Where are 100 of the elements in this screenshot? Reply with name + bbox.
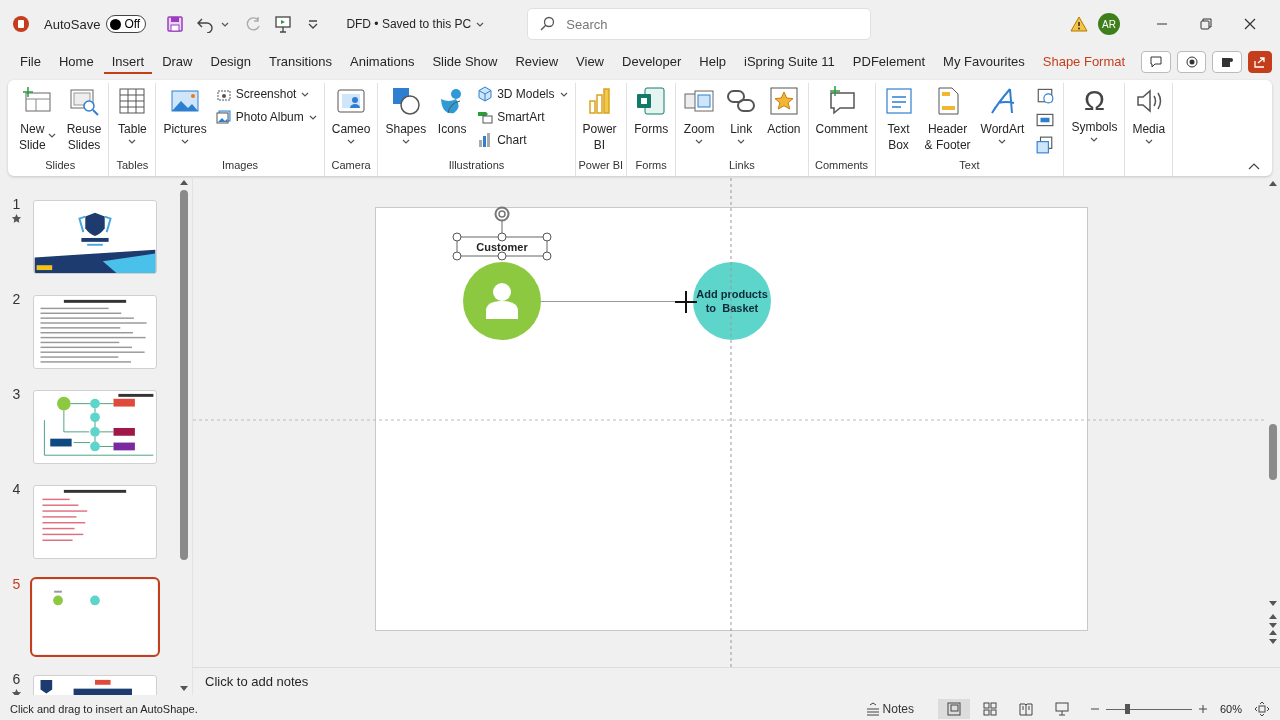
slide-number: 5 [12, 576, 21, 592]
ribbon-button[interactable]: Action [763, 83, 805, 158]
meeting-button[interactable] [1212, 51, 1243, 73]
person-icon [484, 281, 520, 321]
slide-thumbnail[interactable] [33, 200, 157, 274]
close-icon[interactable] [1242, 16, 1258, 32]
comments-button[interactable] [1141, 51, 1171, 73]
ribbon-button[interactable]: SmartArt [474, 107, 572, 127]
slideshow-icon [1053, 701, 1070, 717]
search-field[interactable]: Search [527, 8, 872, 40]
record-button[interactable] [1176, 51, 1207, 73]
selection-frame[interactable] [452, 206, 552, 261]
calendar-clock-icon[interactable] [1036, 86, 1055, 104]
ribbon-button[interactable]: Table [112, 83, 153, 158]
photo-album-icon [215, 109, 232, 125]
menu-tab[interactable]: View [568, 50, 612, 74]
ribbon-button[interactable]: Screenshot [212, 84, 321, 104]
autosave-label: AutoSave [44, 16, 101, 32]
ribbon-button[interactable]: Ω Symbols [1067, 83, 1122, 158]
zoom-slider[interactable] [1105, 703, 1192, 715]
group-label: Camera [331, 159, 371, 171]
slide-thumbnail[interactable] [33, 295, 157, 369]
menu-tab[interactable]: Review [507, 50, 567, 74]
view-button[interactable] [937, 699, 970, 719]
document-title[interactable]: DFD • Saved to this PC [346, 17, 486, 31]
ribbon-button[interactable]: Shapes [381, 83, 431, 158]
ribbon-button[interactable]: Comment [811, 83, 872, 158]
menu-tab[interactable]: Slide Show [424, 50, 506, 74]
warning-icon[interactable] [1070, 16, 1088, 32]
menu-tab[interactable]: Help [691, 50, 735, 74]
ribbon-button[interactable]: WordArt [976, 83, 1029, 158]
ribbon-button[interactable]: Power BI [578, 83, 621, 158]
group-label: Slides [45, 159, 76, 171]
ribbon-button[interactable]: Chart [474, 130, 572, 150]
slide-number: 2 [12, 291, 21, 307]
crosshair-cursor [675, 291, 697, 313]
ribbon-button[interactable]: Zoom [679, 83, 720, 158]
group-label: Images [222, 159, 259, 171]
present-icon[interactable] [274, 15, 293, 33]
group-label: Power BI [578, 159, 624, 171]
menu-tab[interactable]: My Favourites [935, 50, 1033, 74]
group-label: Forms [635, 159, 667, 171]
notes-placeholder[interactable]: Click to add notes [205, 674, 309, 689]
slide-number: 6 [12, 671, 21, 687]
fit-to-window-icon[interactable] [1254, 701, 1270, 717]
notes-icon [864, 702, 881, 716]
reading-view-icon [1017, 701, 1034, 717]
zoom-level[interactable]: 60% [1219, 703, 1242, 715]
restore-icon[interactable] [1198, 16, 1214, 32]
menu-tab[interactable]: File [12, 50, 49, 74]
process-circle[interactable]: Add products to Basket [693, 262, 771, 340]
ribbon-button[interactable]: Media [1128, 83, 1170, 158]
autosave-toggle[interactable]: Off [106, 15, 147, 33]
menu-tab[interactable]: Insert [103, 50, 153, 74]
menu-tab[interactable]: Home [50, 50, 102, 74]
slider-thumb[interactable] [1125, 704, 1131, 714]
omega-glyph: Ω [1083, 85, 1105, 118]
search-icon [539, 16, 556, 32]
menu-tab[interactable]: Design [202, 50, 259, 74]
menu-tab[interactable]: iSpring Suite 11 [736, 50, 843, 74]
slide-number: 3 [12, 386, 21, 402]
menu-tab[interactable]: Animations [342, 50, 423, 74]
save-icon[interactable] [166, 15, 185, 33]
menu-tab[interactable]: PDFelement [844, 50, 934, 74]
comment-icon [1147, 54, 1164, 70]
status-message: Click and drag to insert an AutoShape. [10, 703, 198, 715]
slide-number-icon[interactable] [1036, 111, 1055, 129]
menu-tab[interactable]: Draw [154, 50, 201, 74]
ribbon-button[interactable]: Reuse Slides [62, 83, 106, 158]
shape-label[interactable]: Customer [457, 237, 547, 256]
notes-button[interactable]: Notes [858, 701, 920, 717]
share-button[interactable] [1248, 51, 1272, 73]
ribbon-button[interactable]: 3D Models [474, 84, 572, 104]
user-avatar[interactable]: AR [1098, 13, 1120, 35]
ribbon-button[interactable]: Header & Footer [920, 83, 975, 158]
ribbon-button[interactable]: Text Box [878, 83, 919, 158]
ribbon-button[interactable]: Forms [630, 83, 673, 158]
ribbon-button[interactable]: New Slide [15, 83, 61, 158]
menu-tab[interactable]: Shape Format [1034, 50, 1134, 74]
collapse-ribbon-icon[interactable] [1248, 162, 1260, 170]
slide-thumbnail[interactable] [33, 390, 157, 464]
object-icon[interactable] [1036, 136, 1055, 154]
slide-number: 1 [12, 196, 21, 212]
menu-tab[interactable]: Transitions [260, 50, 341, 74]
normal-view-icon [945, 701, 962, 717]
group-label: Illustrations [448, 159, 505, 171]
smartart-icon [477, 109, 494, 125]
forms-icon [635, 85, 668, 117]
ribbon-button[interactable]: Icons [432, 83, 473, 158]
ribbon-button[interactable]: Cameo [327, 83, 375, 158]
ribbon-button[interactable]: Photo Album [212, 107, 321, 127]
group-label: Text [959, 159, 980, 171]
app-logo-icon [12, 15, 30, 33]
zoom-in-icon[interactable] [1197, 704, 1208, 714]
slide-thumbnail[interactable] [33, 485, 157, 559]
menu-tab[interactable]: Developer [614, 50, 690, 74]
ribbon-button[interactable]: Pictures [159, 83, 211, 158]
ribbon-button[interactable]: Link [721, 83, 762, 158]
group-label: Comments [814, 159, 869, 171]
group-label: Links [729, 159, 755, 171]
